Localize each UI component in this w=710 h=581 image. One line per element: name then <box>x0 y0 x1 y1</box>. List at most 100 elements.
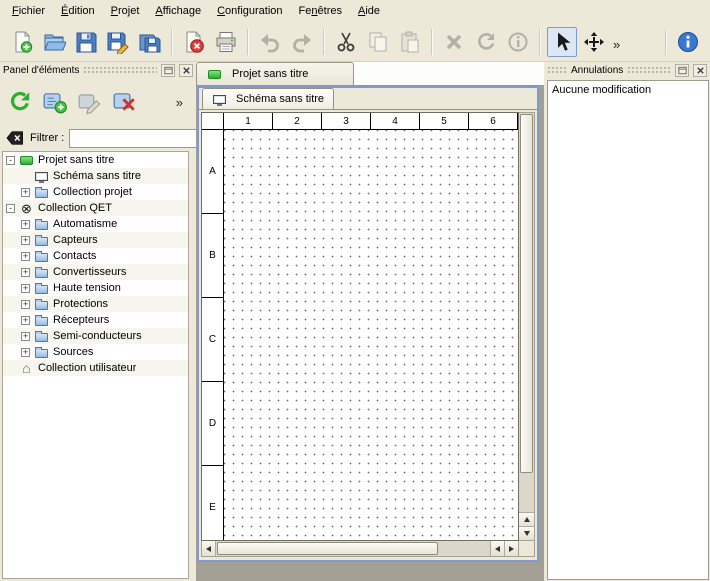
toolbar-separator <box>247 29 249 55</box>
expand-toggle-icon[interactable]: + <box>21 300 30 309</box>
expand-toggle-icon[interactable]: + <box>21 348 30 357</box>
tree-item[interactable]: +Haute tension <box>3 280 188 296</box>
toolbar-overflow-button[interactable]: » <box>173 95 186 110</box>
tree-item[interactable]: + Semi-conducteurs <box>3 328 188 344</box>
scroll-left-end-button[interactable] <box>490 541 504 556</box>
delete-element-button[interactable] <box>109 86 141 118</box>
toolbar-separator <box>431 29 433 55</box>
tree-item[interactable]: Schéma sans titre <box>3 168 188 184</box>
menu-fichier[interactable]: Fichier <box>4 2 53 20</box>
close-dock-button[interactable] <box>179 64 193 77</box>
expand-toggle-icon[interactable]: + <box>21 220 30 229</box>
close-dock-button[interactable] <box>693 64 707 77</box>
horizontal-scrollbar[interactable] <box>201 541 519 557</box>
pan-mode-button[interactable] <box>579 27 609 57</box>
tree-item[interactable]: +Automatisme <box>3 216 188 232</box>
menu-fenetres[interactable]: Fenêtres <box>291 2 350 20</box>
element-tree: - Projet sans titre Schéma sans titre+Coll… <box>2 151 189 579</box>
float-dock-button[interactable] <box>161 64 175 77</box>
folder-icon <box>34 313 49 327</box>
toolbar-separator <box>171 29 173 55</box>
collapse-toggle-icon[interactable]: - <box>6 156 15 165</box>
expand-toggle-icon[interactable]: + <box>21 268 30 277</box>
tree-item-label: Semi-conducteurs <box>53 330 142 342</box>
redo-button[interactable] <box>287 27 317 57</box>
scroll-up-button[interactable] <box>519 512 534 526</box>
tree-item[interactable]: - Projet sans titre <box>3 152 188 168</box>
vertical-scrollbar-track[interactable] <box>519 474 534 512</box>
new-element-icon <box>42 89 68 115</box>
collapse-toggle-icon[interactable]: - <box>6 204 15 213</box>
save-all-button[interactable] <box>135 27 165 57</box>
reload-collections-button[interactable] <box>4 86 36 118</box>
select-mode-button[interactable] <box>547 27 577 57</box>
schema-grid[interactable] <box>224 130 518 540</box>
schema-sheet[interactable]: 123456 ABCDE <box>201 112 519 541</box>
expand-toggle-icon[interactable]: + <box>21 284 30 293</box>
scroll-down-button[interactable] <box>519 526 534 540</box>
menu-aide[interactable]: Aide <box>350 2 388 20</box>
expand-toggle-icon[interactable]: + <box>21 332 30 341</box>
horizontal-scrollbar-track[interactable] <box>439 541 490 556</box>
column-header: 5 <box>420 113 469 130</box>
menu-configuration[interactable]: Configuration <box>209 2 290 20</box>
tree-item[interactable]: +Récepteurs <box>3 312 188 328</box>
ruler-corner <box>202 113 224 130</box>
menu-edition[interactable]: Édition <box>53 2 103 20</box>
elements-panel-titlebar[interactable]: Panel d'éléments <box>0 62 196 79</box>
expand-toggle-icon[interactable]: + <box>21 236 30 245</box>
undo-dock-titlebar[interactable]: Annulations <box>544 62 710 79</box>
new-element-button[interactable] <box>39 86 71 118</box>
close-project-button[interactable] <box>179 27 209 57</box>
save-as-button[interactable] <box>103 27 133 57</box>
about-button[interactable] <box>673 27 703 57</box>
toolbar-overflow-button[interactable]: » <box>610 37 623 52</box>
expand-toggle-icon[interactable]: + <box>21 188 30 197</box>
new-project-button[interactable] <box>7 27 37 57</box>
elements-panel-dock: Panel d'éléments » Filtrer : -Projet san… <box>0 62 196 581</box>
cut-button[interactable] <box>331 27 361 57</box>
tree-item-label: Protections <box>53 298 108 310</box>
edit-element-button[interactable] <box>74 86 106 118</box>
left-arrow-icon <box>206 546 211 552</box>
scroll-right-button[interactable] <box>504 541 518 556</box>
undo-button[interactable] <box>255 27 285 57</box>
undo-empty-message: Aucune modification <box>550 83 706 97</box>
tree-item-label: Contacts <box>53 250 96 262</box>
folder-icon <box>34 345 49 359</box>
schema-tab[interactable]: Schéma sans titre <box>202 88 334 109</box>
row-header: A <box>202 130 224 214</box>
float-dock-button[interactable] <box>675 64 689 77</box>
expand-toggle-icon[interactable]: + <box>21 252 30 261</box>
tree-item-label: Projet sans titre <box>38 154 114 166</box>
vertical-scrollbar[interactable] <box>519 112 535 541</box>
paste-button[interactable] <box>395 27 425 57</box>
project-tabbar: Projet sans titre <box>196 62 544 86</box>
properties-button[interactable] <box>503 27 533 57</box>
save-button[interactable] <box>71 27 101 57</box>
tree-item[interactable]: + Protections <box>3 296 188 312</box>
tree-item[interactable]: +Capteurs <box>3 232 188 248</box>
clear-filter-button[interactable] <box>5 128 25 148</box>
tree-item[interactable]: + Contacts <box>3 248 188 264</box>
undo-history-list[interactable]: Aucune modification <box>547 80 709 580</box>
tree-item[interactable]: -⊗Collection QET <box>3 200 188 216</box>
horizontal-scrollbar-thumb[interactable] <box>217 542 438 555</box>
project-tab[interactable]: Projet sans titre <box>196 62 354 85</box>
row-header: E <box>202 466 224 540</box>
tree-item[interactable]: +Collection projet <box>3 184 188 200</box>
scroll-left-button[interactable] <box>202 541 216 556</box>
schema-icon <box>212 92 227 106</box>
menu-projet[interactable]: Projet <box>103 2 148 20</box>
open-project-button[interactable] <box>39 27 69 57</box>
print-button[interactable] <box>211 27 241 57</box>
tree-item[interactable]: +Convertisseurs <box>3 264 188 280</box>
expand-toggle-icon[interactable]: + <box>21 316 30 325</box>
vertical-scrollbar-thumb[interactable] <box>520 114 533 473</box>
menu-affichage[interactable]: Affichage <box>147 2 209 20</box>
copy-button[interactable] <box>363 27 393 57</box>
tree-item[interactable]: ⌂Collection utilisateur <box>3 360 188 376</box>
rotate-button[interactable] <box>471 27 501 57</box>
delete-button[interactable] <box>439 27 469 57</box>
tree-item[interactable]: +Sources <box>3 344 188 360</box>
